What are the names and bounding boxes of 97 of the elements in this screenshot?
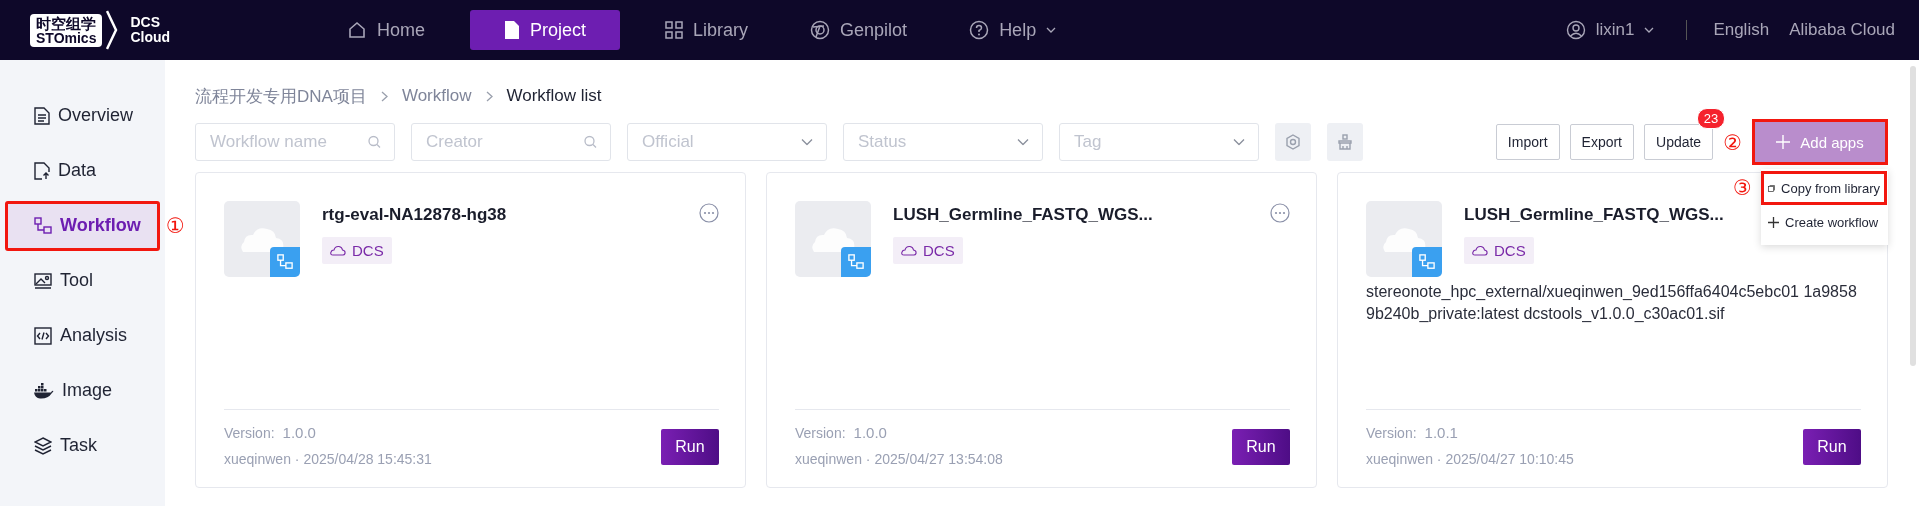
run-button[interactable]: Run [661, 429, 719, 465]
document-icon [34, 106, 50, 125]
search-field[interactable]: Creator [411, 123, 611, 161]
version-value: 1.0.0 [853, 424, 887, 441]
breadcrumb-link[interactable]: Workflow [401, 86, 472, 106]
version-label: Version: [1366, 425, 1417, 441]
search-icon [368, 135, 381, 149]
whale-icon [34, 382, 54, 399]
chevron-right-icon [380, 90, 388, 102]
workflow-icon [34, 216, 52, 235]
product-name: DCS [130, 15, 161, 30]
step-marker: ② [1723, 131, 1742, 153]
file-upload-icon [34, 161, 50, 180]
header-link[interactable]: Alibaba Cloud [1789, 20, 1895, 40]
settings-icon [1285, 134, 1301, 150]
search-icon [584, 135, 597, 149]
action-button[interactable]: Update [1644, 124, 1714, 160]
creator-date: xueqinwen · 2025/04/27 13:54:08 [795, 451, 1003, 467]
plus-icon [1768, 216, 1779, 228]
nav-tab[interactable]: Genpilot [793, 10, 925, 50]
nav-tab[interactable]: Library [648, 10, 766, 50]
sidebar-item[interactable]: Data [5, 145, 160, 196]
version-value: 1.0.1 [1424, 424, 1458, 441]
caret-icon [1233, 138, 1245, 146]
logo-text: STOmics [36, 30, 97, 45]
breadcrumb-current: Workflow list [506, 86, 602, 106]
sidebar-item[interactable]: Analysis [5, 310, 160, 361]
workflow-title: rtg-eval-NA12878-hg38 [322, 205, 507, 225]
version-label: Version: [795, 425, 846, 441]
platform-tag: DCS [893, 237, 963, 264]
creator-date: xueqinwen · 2025/04/28 15:45:31 [224, 451, 432, 467]
plus-icon [1776, 135, 1791, 149]
caret-icon [801, 138, 813, 146]
broom-icon [1337, 134, 1353, 150]
platform-tag: DCS [1464, 237, 1534, 264]
action-button[interactable]: Export [1569, 124, 1634, 160]
clear-button[interactable] [1327, 123, 1363, 161]
sidebar-item[interactable]: Task [5, 420, 160, 471]
version-label: Version: [224, 425, 275, 441]
run-button[interactable]: Run [1803, 429, 1861, 465]
version-value: 1.0.0 [282, 424, 316, 441]
workflow-icon [841, 247, 871, 277]
more-button[interactable] [1270, 203, 1290, 223]
cloud-icon [239, 226, 285, 252]
globe-icon [810, 20, 831, 40]
menu-item[interactable]: Copy from library [1761, 171, 1887, 205]
home-icon [347, 20, 367, 40]
cloud-icon [810, 226, 856, 252]
sidebar-item[interactable]: Tool [5, 255, 160, 306]
chevron-right-icon [485, 90, 493, 102]
more-button[interactable] [699, 203, 719, 223]
sidebar-item[interactable]: Overview [5, 90, 160, 141]
scrollbar[interactable] [1910, 66, 1916, 366]
step-marker: ① [166, 215, 185, 236]
layers-icon [34, 436, 52, 455]
count-badge: 23 [1696, 108, 1726, 129]
product-name: Cloud [130, 30, 171, 45]
creator-date: xueqinwen · 2025/04/27 10:10:45 [1366, 451, 1574, 467]
document-icon [504, 20, 520, 40]
user-menu[interactable]: lixin1 [1559, 19, 1661, 41]
nav-tab[interactable]: Home [330, 10, 442, 50]
platform-tag: DCS [322, 237, 392, 264]
search-field[interactable]: Workflow name [195, 123, 395, 161]
caret-icon [1644, 27, 1655, 33]
grid-icon [665, 21, 684, 39]
nav-tab[interactable]: Help [952, 10, 1074, 50]
select-field[interactable]: Official [627, 123, 827, 161]
caret-icon [1017, 138, 1029, 146]
cloud-icon [1472, 245, 1488, 256]
cloud-icon [901, 245, 917, 256]
select-field[interactable]: Tag [1059, 123, 1259, 161]
workflow-icon [270, 247, 300, 277]
menu-item[interactable]: Create workflow [1761, 205, 1888, 239]
code-icon [34, 326, 52, 345]
run-button[interactable]: Run [1232, 429, 1290, 465]
workflow-title: LUSH_Germline_FASTQ_WGS... [893, 205, 1153, 225]
chevron-icon [106, 10, 119, 50]
step-marker: ③ [1733, 177, 1752, 198]
workflow-description: stereonote_hpc_external/xueqinwen_9ed156ffa6404c5ebc01 1a98589b240b_private:latest dcstools_v1.0.0_c30ac01.sif [1366, 282, 1858, 325]
breadcrumb-link[interactable]: 流程开发专用DNA项目 [195, 84, 367, 108]
settings-button[interactable] [1275, 123, 1311, 161]
help-icon [969, 20, 990, 40]
header-link[interactable]: English [1713, 20, 1770, 40]
logo[interactable]: 时空组学 STOmics [30, 13, 103, 47]
nav-tab[interactable]: Project [470, 10, 621, 50]
workflow-title: LUSH_Germline_FASTQ_WGS... [1464, 205, 1724, 225]
user-icon [1565, 20, 1586, 40]
select-field[interactable]: Status [843, 123, 1043, 161]
image-icon [34, 272, 52, 289]
cloud-icon [330, 245, 346, 256]
sidebar-item[interactable]: Image [5, 365, 160, 416]
logo-text: 时空组学 [36, 15, 97, 31]
action-button[interactable]: Import [1495, 124, 1560, 160]
caret-icon [1046, 27, 1057, 33]
workflow-icon [1412, 247, 1442, 277]
cloud-icon [1381, 226, 1427, 252]
sidebar-item[interactable]: Workflow [5, 200, 160, 251]
